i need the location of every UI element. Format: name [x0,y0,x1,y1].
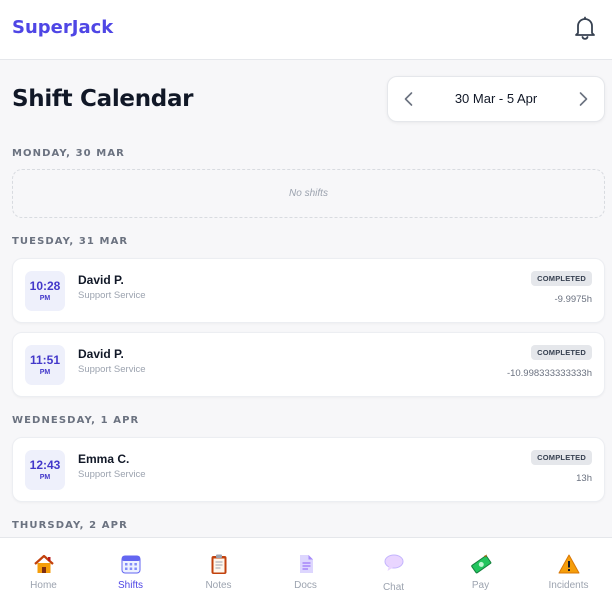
service-type: Support Service [78,469,146,480]
nav-label: Chat [382,582,405,593]
shift-ampm: PM [39,474,51,481]
shift-time: 10:28 [29,279,61,293]
shift-time: 12:43 [29,458,61,472]
bottom-navigation: Home Shifts Notes Docs Chat Pay Incident… [0,537,612,597]
shift-card[interactable]: 10:28 PM David P. Support Service COMPLE… [12,258,605,323]
status-badge: COMPLETED [531,345,592,360]
clipboard-icon [208,553,230,575]
nav-label: Pay [471,580,490,591]
service-type: Support Service [78,364,146,375]
document-icon [295,553,317,575]
service-type: Support Service [78,290,146,301]
worker-name: David P. [78,273,124,287]
nav-label: Incidents [548,580,589,591]
chat-bubble-icon [383,552,405,574]
shift-hours: -9.9975h [554,294,592,305]
shift-time-badge: 10:28 PM [25,271,65,311]
worker-name: David P. [78,347,124,361]
shift-hours: -10.998333333333h [506,368,592,379]
nav-item-incidents[interactable]: Incidents [525,538,612,597]
calendar-icon [120,553,142,575]
nav-label: Home [30,580,57,591]
shift-ampm: PM [39,295,51,302]
nav-item-pay[interactable]: Pay [437,538,524,597]
nav-label: Docs [294,580,317,591]
shift-card[interactable]: 11:51 PM David P. Support Service COMPLE… [12,332,605,397]
status-badge: COMPLETED [531,450,592,465]
shift-time-badge: 11:51 PM [25,345,65,385]
shift-hours: 13h [576,473,592,484]
empty-day-placeholder: No shifts [12,169,605,218]
warning-icon [558,553,580,575]
top-bar: SuperJack [0,0,612,60]
nav-item-shifts[interactable]: Shifts [87,538,174,597]
day-header: MONDAY, 30 MAR [12,148,125,159]
no-shifts-text: No shifts [289,188,328,199]
home-icon [33,553,55,575]
page-title: Shift Calendar [12,86,194,112]
app-brand[interactable]: SuperJack [12,17,113,38]
date-range-selector: 30 Mar - 5 Apr [387,76,605,122]
nav-label: Notes [205,580,232,591]
chevron-right-icon[interactable] [574,90,592,108]
status-badge: COMPLETED [531,271,592,286]
nav-item-notes[interactable]: Notes [175,538,262,597]
day-header: THURSDAY, 2 APR [12,520,128,531]
worker-name: Emma C. [78,452,130,466]
nav-item-chat[interactable]: Chat [350,538,437,597]
nav-item-home[interactable]: Home [0,538,87,597]
shift-time: 11:51 [29,353,61,367]
nav-label: Shifts [117,580,143,591]
nav-item-docs[interactable]: Docs [262,538,349,597]
shift-card[interactable]: 12:43 PM Emma C. Support Service COMPLET… [12,437,605,502]
notification-bell-icon[interactable] [574,16,596,40]
day-header: WEDNESDAY, 1 APR [12,415,140,426]
shift-time-badge: 12:43 PM [25,450,65,490]
date-range-label: 30 Mar - 5 Apr [454,91,538,106]
day-header: TUESDAY, 31 MAR [12,236,129,247]
shift-ampm: PM [39,369,51,376]
money-icon [470,553,492,575]
